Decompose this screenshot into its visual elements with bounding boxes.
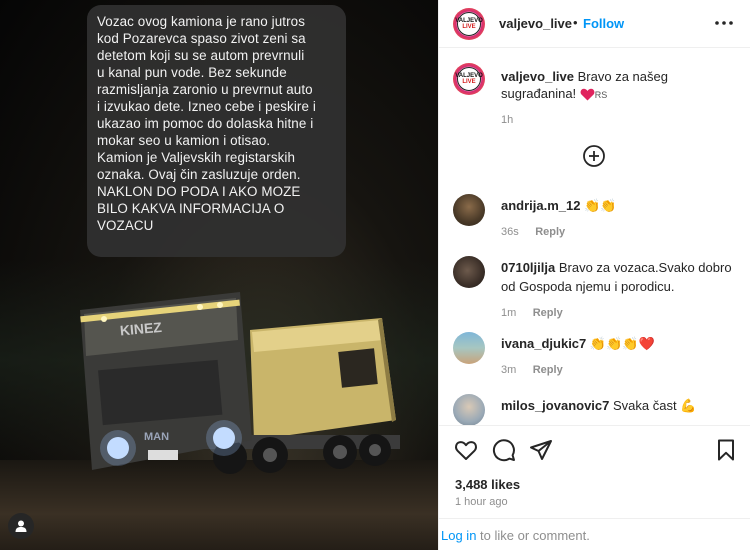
caption-avatar[interactable]: VALJEVO LIVE [453, 63, 485, 95]
commenter-avatar[interactable] [453, 332, 485, 364]
comment-emoji: 💪 [680, 398, 697, 413]
reply-button[interactable]: Reply [533, 364, 563, 376]
brand-logo: VALJEVO LIVE [455, 66, 483, 92]
follow-button[interactable]: Follow [583, 16, 624, 31]
comment-body: ivana_djukic7 👏👏👏❤️ [501, 334, 741, 353]
caption-username[interactable]: valjevo_live [501, 69, 574, 84]
comment-text: Svaka čast [613, 398, 677, 413]
reply-button[interactable]: Reply [535, 226, 565, 238]
logo-bottom-text: LIVE [462, 79, 476, 85]
tagged-users-button[interactable] [8, 513, 34, 539]
comment-body: milos_jovanovic7 Svaka čast 💪 [501, 396, 741, 415]
comment-item: 0710ljilja Bravo za vozaca.Svako dobro o… [453, 256, 748, 331]
comment-time: 3m [501, 364, 517, 376]
post-time: 1 hour ago [455, 496, 508, 508]
post-header: VALJEVO LIVE valjevo_live • Follow [439, 0, 750, 48]
reply-button[interactable]: Reply [533, 307, 563, 319]
comment-time: 36s [501, 226, 519, 238]
likes-count[interactable]: 3,488 likes [455, 477, 520, 492]
commenter-avatar[interactable] [453, 194, 485, 226]
caption-line: VOZACU [97, 218, 154, 233]
person-icon [15, 520, 27, 532]
comment-meta: 3m Reply [501, 360, 563, 378]
share-icon[interactable] [529, 438, 553, 462]
comment-username[interactable]: andrija.m_12 [501, 198, 581, 213]
caption-line: BILO KAKVA INFORMACIJA O [97, 201, 285, 216]
account-avatar[interactable]: VALJEVO LIVE [453, 8, 485, 40]
comment-item: andrija.m_12 👏👏 36s Reply [453, 194, 748, 254]
login-footer-text: to like or comment. [476, 528, 590, 543]
post-image-caption: Vozac ovog kamiona je rano jutros kod Po… [87, 5, 346, 257]
post-media[interactable]: KINEZ MAN Vozac ovog kamiona je rano jut… [0, 0, 438, 550]
post-side-panel: VALJEVO LIVE valjevo_live • Follow VALJE… [438, 0, 750, 550]
caption-line: ukazao im pomoc do dolaska hitne i [97, 116, 314, 131]
caption-line: oznaka. Ovaj čin zasluzuje orden. [97, 167, 301, 182]
heart-icon[interactable] [454, 438, 478, 462]
comment-item: ivana_djukic7 👏👏👏❤️ 3m Reply [453, 332, 748, 392]
comment-meta: 36s Reply [501, 222, 565, 240]
bookmark-icon[interactable] [714, 438, 738, 462]
caption-line: kod Pozarevca spaso zivot zeni sa [97, 31, 306, 46]
caption-line: Vozac ovog kamiona je rano jutros [97, 14, 305, 29]
logo-bottom-text: LIVE [462, 24, 476, 30]
caption-line: razmisljanja zaronio u prevrnut auto [97, 82, 313, 97]
login-link[interactable]: Log in [441, 528, 476, 543]
comment-body: 0710ljilja Bravo za vozaca.Svako dobro o… [501, 258, 741, 296]
comment-body: andrija.m_12 👏👏 [501, 196, 741, 215]
commenter-avatar[interactable] [453, 256, 485, 288]
caption-comment-body: valjevo_live Bravo za našeg sugrađanina!… [501, 68, 731, 129]
comment-username[interactable]: milos_jovanovic7 [501, 398, 609, 413]
separator-dot: • [573, 15, 578, 30]
caption-line: i izvukao dete. Izneo cebe i peskire i [97, 99, 316, 114]
comments-section[interactable]: VALJEVO LIVE valjevo_live Bravo za našeg… [439, 49, 750, 425]
brand-logo: VALJEVO LIVE [455, 11, 483, 37]
more-icon[interactable] [714, 12, 734, 34]
comment-meta: 1m Reply [501, 303, 563, 321]
flag-code: RS [594, 90, 608, 100]
comment-emoji: 👏👏 [584, 198, 617, 213]
caption-time: 1h [501, 114, 514, 126]
header-username[interactable]: valjevo_live [499, 16, 572, 31]
comment-icon[interactable] [492, 438, 516, 462]
post-actions: 3,488 likes 1 hour ago [439, 425, 750, 525]
truck-image: KINEZ MAN [80, 292, 400, 474]
plus-circle-icon[interactable] [582, 144, 606, 168]
heart-emoji-icon [580, 88, 595, 101]
comment-username[interactable]: ivana_djukic7 [501, 336, 586, 351]
comment-item: milos_jovanovic7 Svaka čast 💪 [453, 394, 748, 425]
commenter-avatar[interactable] [453, 394, 485, 425]
caption-line: u kanal pun vode. Bez sekunde [97, 65, 287, 80]
login-footer: Log in to like or comment. [439, 518, 750, 550]
comment-username[interactable]: 0710ljilja [501, 260, 555, 275]
comment-emoji: 👏👏👏❤️ [589, 336, 655, 351]
comment-time: 1m [501, 307, 517, 319]
caption-line: mokar seo u kamion i otisao. [97, 133, 271, 148]
caption-line: detetom koji su se autom prevrnuli [97, 48, 305, 63]
caption-line: Kamion je Valjevskih registarskih [97, 150, 296, 165]
truck-brand-text: MAN [144, 431, 169, 443]
caption-line: NAKLON DO PODA I AKO MOZE [97, 184, 301, 199]
